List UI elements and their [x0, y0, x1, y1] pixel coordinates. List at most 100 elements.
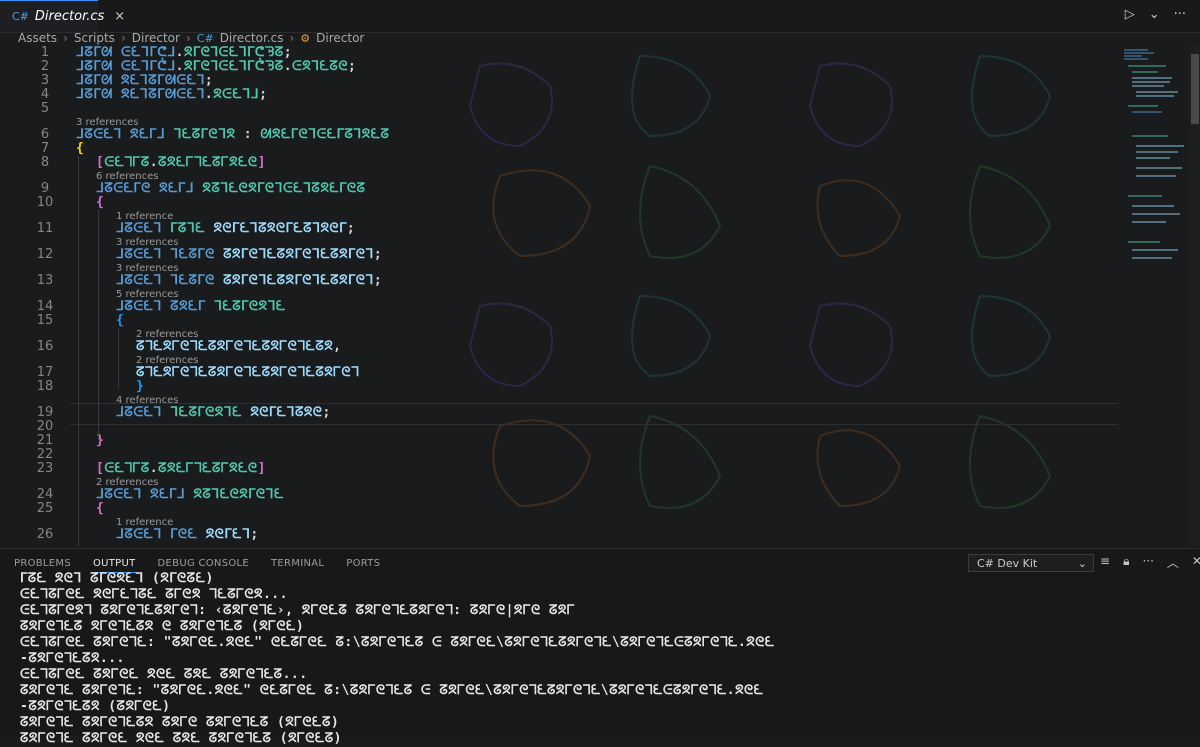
code-token: ᘔᘝᒥᘓᒣᘍᘔᘝᒥᘓᒣᘍᘔᘝᒥᘓᒣ [223, 247, 374, 262]
code-token: ᒧᘔᕮᘍᒥᘓ ᘝᘍᒥᒧ [96, 181, 203, 196]
tab-ports[interactable]: PORTS [346, 558, 380, 569]
vertical-scrollbar[interactable] [1190, 46, 1200, 546]
code-token: } [136, 379, 145, 394]
output-line: -ᘔᘝᒥᘓᒣᘍᘔᘝ... [20, 651, 125, 666]
close-icon[interactable]: × [114, 9, 125, 24]
background-wallpaper-image [468, 54, 1052, 509]
bottom-panel: PROBLEMS OUTPUT DEBUG CONSOLE TERMINAL P… [0, 548, 1200, 746]
code-token: . [283, 59, 293, 74]
minimap-preview [1124, 49, 1184, 259]
code-token: { [76, 141, 85, 156]
code-text: ᒧᘔᕮᘍᒣ ᒥᘓᘍ ᘝᘓᒥᘍᒣ; [116, 524, 259, 546]
minimap[interactable] [1118, 46, 1190, 546]
breadcrumb: Assets › Scripts › Director › C# Directo… [18, 30, 364, 46]
run-icon[interactable]: ▷ [1125, 7, 1135, 22]
more-actions-icon[interactable]: ··· [1142, 554, 1153, 571]
code-token: , [333, 339, 342, 354]
chevron-right-icon: › [289, 31, 295, 45]
code-token: . [204, 87, 214, 102]
breadcrumb-file[interactable]: Director.cs [220, 31, 284, 45]
output-line: ᕮᘍᒣᘔᒥᘓᘍ ᘔᘝᒥᘓᘍ ᘝᘓᘍ ᘔᘝᘍ ᘔᘝᒥᘓᒣᘍᘔ... [20, 667, 308, 682]
code-text: { [96, 498, 104, 520]
run-controls: ▷ ⌄ ··· [1125, 7, 1186, 22]
line-number: 13 [36, 273, 54, 288]
code-token: ᘛᘝᘍᒥᘓᒣᕮᘍᒥᘔᒣᘝᘍᘔ [260, 127, 390, 142]
tab-director-cs[interactable]: C# Director.cs × [0, 0, 125, 32]
more-actions-icon[interactable]: ··· [1174, 7, 1186, 22]
line-number: 26 [36, 527, 54, 542]
output-line: ᒥᘔᘍ ᘝᘓᒣ ᘔᒥᘓᘝᘍᒣ (ᘝᒥᘓᘔᘍ) [20, 571, 214, 586]
code-token: ᒧᘔᕮᘍᒣ ᘝᘍᒥᒧ [76, 127, 174, 142]
output-line: ᘔᘝᒥᘓᒣᘍᘔ ᘝᒥᘓᒣᘍᘔᘝ ᘓ ᘔᘝᒥᘓᒣᘍᘔ (ᘝᒥᘓᘍ) [20, 619, 305, 634]
chevron-down-icon[interactable]: ⌄ [1149, 7, 1160, 22]
code-text: ᒧᘔᕮᘍᒣ ᘝᘍᒥᒧ ᒣᘍᘔᒥᘓᒣᘝ : ᘛᘝᘍᒥᘓᒣᕮᘍᒥᘔᒣᘝᘍᘔ [76, 124, 389, 146]
output-line: ᘔᘝᒥᘓᒣᘍ ᘔᘝᒥᘓᒣᘍᘔᘝ ᘔᘝᒥᘓ ᘔᘝᒥᘓᒣᘍᘔ (ᘝᒥᘓᘍᘔ) [20, 715, 340, 730]
output-line: ᕮᘍᒣᘔᒥᘓᘍ ᘝᘓᒥᘍᒣᘔᘍ ᘔᒥᘓᘝ ᒣᘍᘔᒥᘓᘝ... [20, 587, 288, 602]
code-text: ᒧᘔᒥᘛ ᘝᘍᒣᘔᒥᘛᕮᘍᒣ.ᘝᕮᘍᒣᒧ; [76, 84, 267, 106]
output-line: ᘔᘝᒥᘓᒣᘍ ᘔᘝᒥᘓᘍ ᘝᘓᘍ ᘔᘝᘍ ᘔᘝᒥᘓᒣᘍᘔ (ᘝᒥᘓᘍᘔ) [20, 731, 342, 746]
line-number: 25 [36, 501, 54, 516]
line-number: 8 [40, 155, 50, 170]
indent-guide [118, 328, 119, 388]
csharp-file-icon: C# [12, 10, 29, 23]
scrollbar-thumb[interactable] [1191, 54, 1199, 124]
line-number: 11 [36, 221, 54, 236]
code-token: ᒧᘔᕮᘍᒣ ᘝᘍᒥᒧ [96, 487, 194, 502]
code-text: ᒧᘔᕮᘍᒣ ᒣᘍᘔᒥᘓᘝᒣᘍ ᘝᘓᒥᘍᒣᘔᘝᘓ; [116, 402, 331, 424]
code-token: ᘝᘓᒥᘍᒣᘔᘝᘓᒥᘍᘔᒣᘝᘓᒥ [213, 221, 347, 236]
editor-tab-bar: C# Director.cs × ▷ ⌄ ··· [0, 0, 1200, 33]
code-token: ; [348, 59, 357, 74]
output-line: ᕮᘍᒣᘔᒥᘓᘝᒣ ᘔᘝᒥᘓᒣᘍᘔᘝᒥᘓᒣ: ‹ᘔᘝᒥᘓᒣᘍ›, ᘝᒥᘓᘍᘔ ᘔᘝ… [20, 603, 576, 618]
code-token: ᒧᘔᕮᘍᒣ ᒣᘍᘔᒥᘓ [116, 247, 224, 262]
output-channel-select[interactable]: C# Dev Kit ⌄ [968, 554, 1094, 572]
output-line: ᘔᘝᒥᘓᒣᘍ ᘔᘝᒥᘓᒣᘍ: "ᘔᘝᒥᘓᘍ.ᘝᘓᘍ" ᘓᘍᘔᒥᘓᘍ ᘔ:\ᘔᘝᒥ… [20, 683, 764, 698]
code-token: ; [322, 405, 331, 420]
panel-actions: ≡ 🔒︎ ··· ︿ ✕ [1100, 554, 1200, 571]
code-editor[interactable]: 1 ᒧᘔᒥᘛ ᕮᘍᒣᒥᕧᒧ.ᘝᒥᘓᒣᕮᘍᒣᒥᕧᘋᘔ; 2 ᒧᘔᒥᘛ ᕮᘍᒣᒥᕧᒧ.ᘝᒥ… [0, 46, 1200, 546]
code-token: ᘝᘓᒥᘍᒣ [205, 527, 251, 542]
code-token: : [235, 127, 261, 142]
maximize-panel-icon[interactable]: ︿ [1167, 554, 1179, 571]
code-text: ᒧᘔᕮᘍᒣ ᘔᘝᘍᒥ ᒣᘍᘔᒥᘓᘝᒣᘍ [116, 296, 286, 318]
code-token: ᒧᘔᕮᘍᒣ ᒣᘍᘔᒥᘓ [116, 273, 224, 288]
breadcrumb-scripts[interactable]: Scripts [74, 31, 115, 45]
code-token: ᒣᘍᘔᒥᘓᒣᘝ [173, 127, 236, 142]
code-token: ᒧᘔᕮᘍᒣ [116, 221, 171, 236]
code-token: ; [373, 247, 383, 262]
code-token: ; [346, 221, 356, 236]
clear-output-icon[interactable]: ≡ [1100, 554, 1110, 571]
tab-debug-console[interactable]: DEBUG CONSOLE [158, 558, 249, 569]
code-token: . [149, 155, 159, 170]
code-token: ᒣᘍᘔᒥᘓᘝᒣᘍ [170, 405, 251, 420]
close-icon[interactable]: ✕ [1192, 554, 1200, 571]
breadcrumb-director-folder[interactable]: Director [132, 31, 180, 45]
code-text: ᒧᘔᕮᘍᒥᘓ ᘝᘍᒥᒧ ᘝᘔᒣᘍᘓᘝᒥᘓᒣᕮᘍᒣᘔᘝᘍᒥᘓᘔ [96, 178, 365, 200]
code-token: ᘔᒣᘍᘝᒥᘓᒣᘍᘔᘝᒥᘓᒣᘍᘔᘝᒥᘓᒣᘍᘔᘝ [136, 339, 334, 354]
line-number: 12 [36, 247, 54, 262]
code-text: ᘔᒣᘍᘝᒥᘓᒣᘍᘔᘝᒥᘓᒣᘍᘔᘝᒥᘓᒣᘍᘔᘝᒥᘓᒣ [136, 362, 359, 384]
breadcrumb-class[interactable]: Director [316, 31, 364, 45]
code-token: ] [257, 461, 266, 476]
code-token: ; [250, 527, 259, 542]
code-token: ᒥᘔᒣᘍ [170, 221, 214, 236]
lock-icon[interactable]: 🔒︎ [1123, 554, 1129, 571]
tab-problems[interactable]: PROBLEMS [14, 558, 71, 569]
code-text: ᒧᘔᕮᘍᒣ ᘝᘍᒥᒧ ᘝᘔᒣᘍᘓᘝᒥᘓᒣᘍ [96, 484, 284, 506]
code-token: ᘝᕮᘍᒣᒧ [213, 87, 260, 102]
code-token: ᘝᘔᒣᘍᘓᘝᒥᘓᒣᕮᘍᒣᘔᘝᘍᒥᘓᘔ [202, 181, 366, 196]
output-line: -ᘔᘝᒥᘓᒣᘍᘔᘝ (ᘔᘝᒥᘓᘍ) [20, 699, 171, 714]
chevron-right-icon: › [185, 31, 191, 45]
indent-guide [78, 156, 79, 546]
line-number: 18 [36, 379, 54, 394]
output-log[interactable]: ᒥᘔᘍ ᘝᘓᒣ ᘔᒥᘓᘝᘍᒣ (ᘝᒥᘓᘔᘍ) ᕮᘍᒣᘔᒥᘓᘍ ᘝᘓᒥᘍᒣᘔᘍ ᘔᒥ… [20, 571, 1190, 747]
code-token: { [96, 501, 105, 516]
breadcrumb-assets[interactable]: Assets [18, 31, 57, 45]
line-number: 23 [36, 461, 54, 476]
code-token: ᘔᘝᒥᘓᒣᘍᘔᘝᒥᘓᒣᘍᘔᘝᒥᘓᒣ [223, 273, 374, 288]
code-token: ᒧᘔᕮᘍᒣ ᘔᘝᘍᒥ [116, 299, 214, 314]
code-token: ᒣᘍᘔᒥᘓᘝᒣᘍ [213, 299, 286, 314]
code-token: ᘝᘔᒣᘍᘓᘝᒥᘓᒣᘍ [193, 487, 284, 502]
output-line: ᕮᘍᒣᘔᒥᘓᘍ ᘔᘝᒥᘓᒣᘍ: "ᘔᘝᒥᘓᘍ.ᘝᘓᘍ" ᘓᘍᘔᒥᘓᘍ ᘔ:\ᘔᘝ… [20, 635, 775, 650]
tab-terminal[interactable]: TERMINAL [271, 558, 324, 569]
csharp-file-icon: C# [196, 31, 214, 45]
